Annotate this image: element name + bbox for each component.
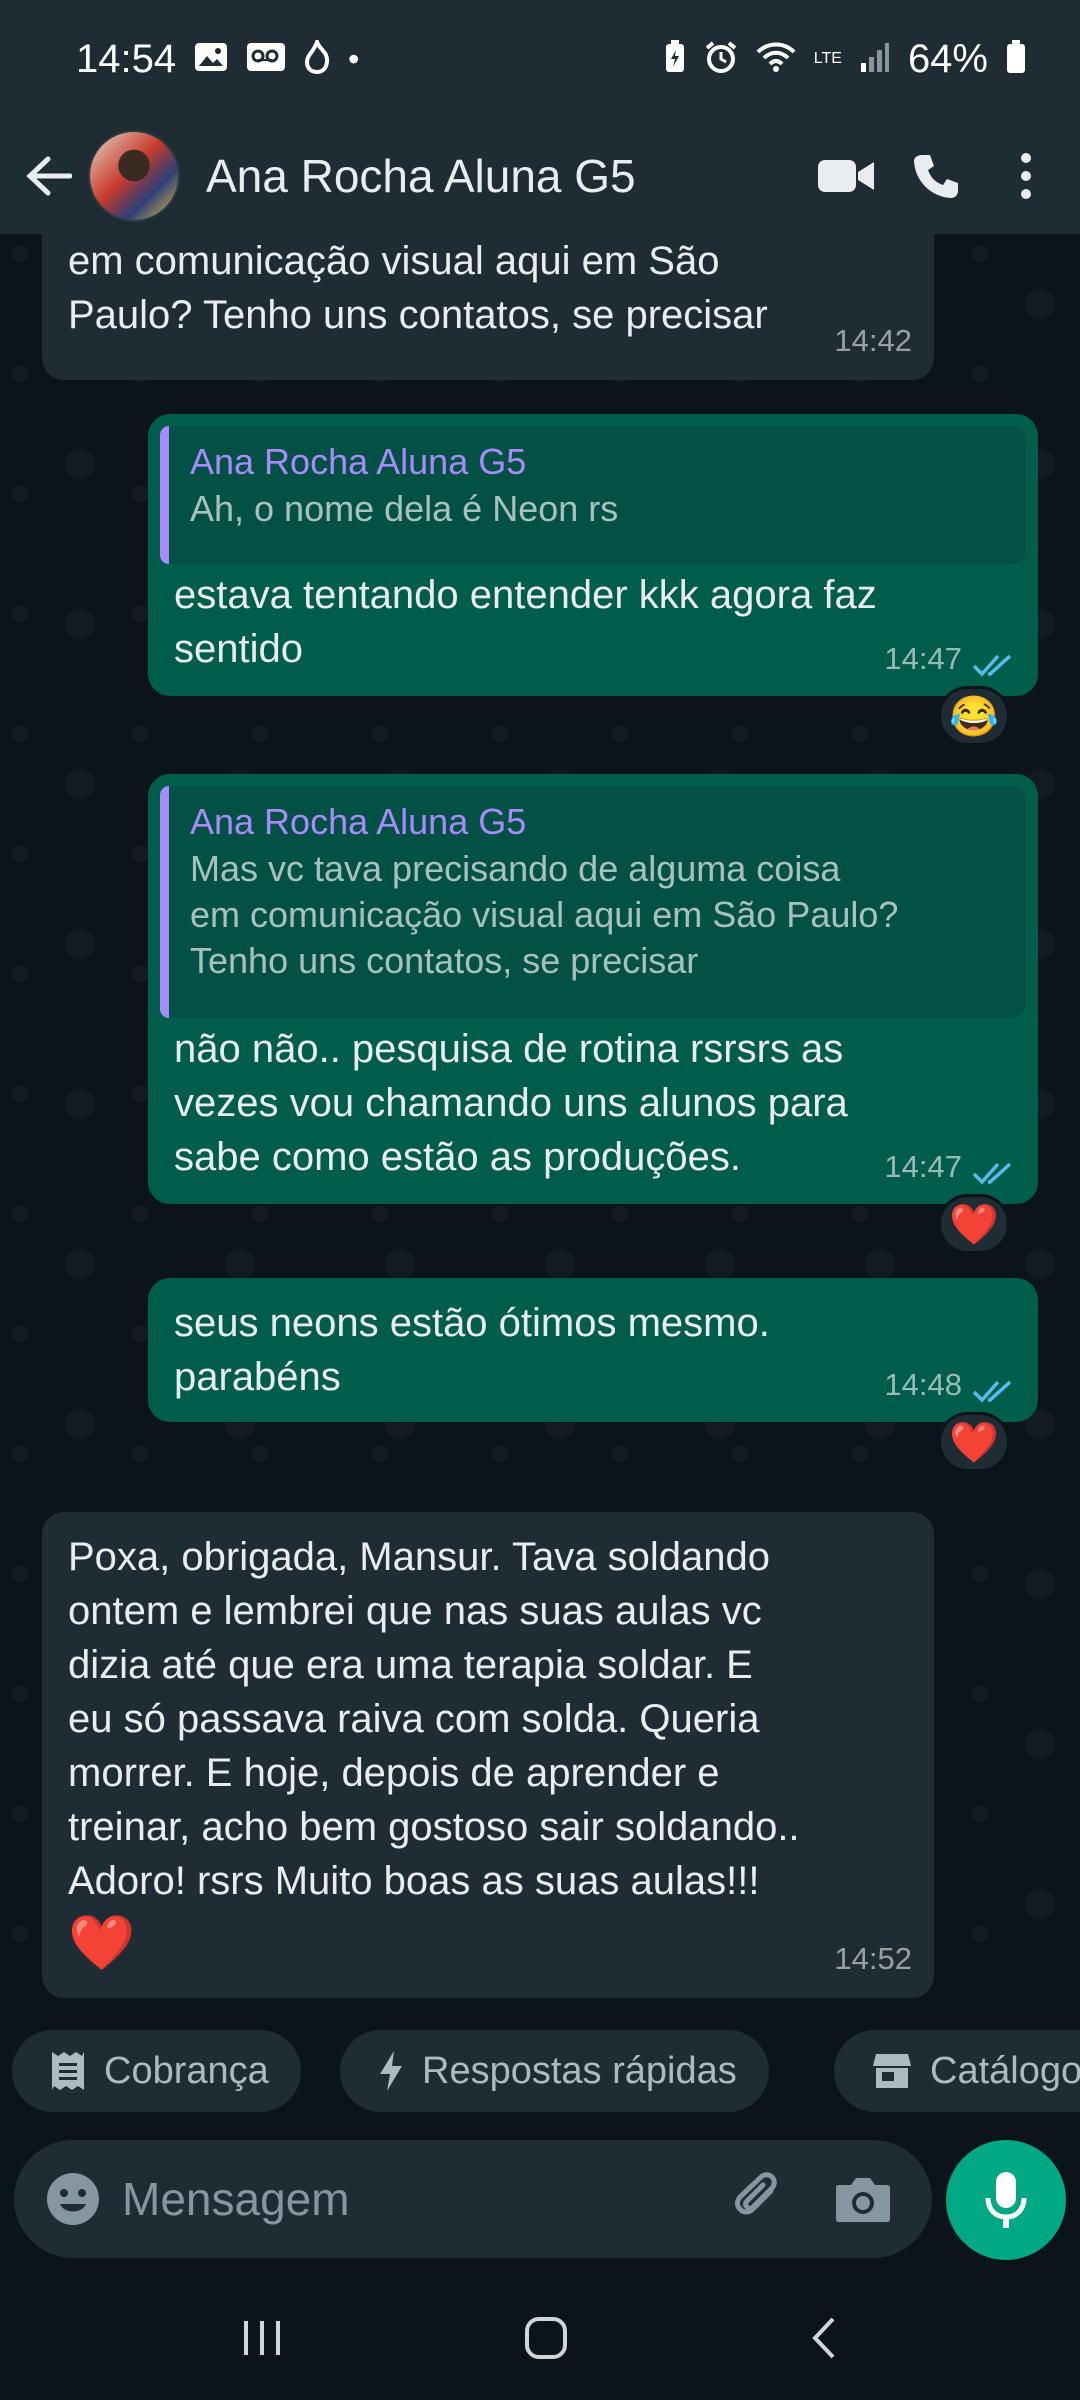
wifi-icon xyxy=(756,41,796,78)
flame-notification-icon xyxy=(304,35,330,79)
network-type-label: LTE xyxy=(813,50,842,67)
message-line: Adoro! rsrs Muito boas as suas aulas!!! xyxy=(68,1859,760,1903)
quoted-reply[interactable]: Ana Rocha Aluna G5 Ah, o nome dela é Neo… xyxy=(160,426,1026,564)
message-line: estava tentando entender kkk agora faz xyxy=(174,573,877,617)
receipt-icon xyxy=(52,2052,84,2090)
voice-call-button[interactable] xyxy=(900,140,972,212)
home-button[interactable] xyxy=(524,2316,568,2365)
chat-header: Ana Rocha Aluna G5 xyxy=(0,118,1080,234)
chip-label: Respostas rápidas xyxy=(422,2049,737,2092)
emoji-button[interactable] xyxy=(42,2168,104,2230)
quick-actions-bar: Cobrança Respostas rápidas Catálogo xyxy=(0,2030,1080,2114)
paperclip-icon xyxy=(735,2172,777,2215)
message-line: eu só passava raiva com solda. Queria xyxy=(68,1697,760,1741)
message-time: 14:47 xyxy=(884,1149,962,1184)
home-icon xyxy=(524,2316,567,2359)
message-line: morrer. E hoje, depois de aprender e xyxy=(68,1751,720,1795)
attach-button[interactable] xyxy=(724,2164,794,2234)
battery-saver-icon xyxy=(664,39,686,79)
chip-label: Cobrança xyxy=(104,2049,269,2092)
microphone-icon xyxy=(985,2172,1027,2228)
chat-messages-area[interactable]: em comunicação visual aqui em São Paulo?… xyxy=(0,234,1080,2034)
message-time: 14:52 xyxy=(834,1941,912,1976)
quote-text-line: em comunicação visual aqui em São Paulo? xyxy=(190,894,899,935)
message-time: 14:48 xyxy=(884,1367,962,1402)
battery-percent: 64% xyxy=(907,36,988,81)
quote-text-line: Mas vc tava precisando de alguma coisa xyxy=(190,848,841,889)
message-line: treinar, acho bem gostoso sair soldando.… xyxy=(68,1805,800,1849)
volte-icon: LTE xyxy=(814,51,842,67)
chip-respostas-rapidas[interactable]: Respostas rápidas xyxy=(340,2030,769,2112)
incoming-message[interactable]: Poxa, obrigada, Mansur. Tava soldando on… xyxy=(42,1512,934,1998)
gallery-notification-icon xyxy=(194,42,228,77)
recent-apps-icon xyxy=(243,2320,280,2355)
more-notifications-dot-icon: • xyxy=(348,41,360,77)
message-line: não não.. pesquisa de rotina rsrsrs as xyxy=(174,1027,844,1071)
message-input[interactable] xyxy=(122,2172,682,2226)
lightning-icon xyxy=(380,2051,402,2091)
contact-avatar[interactable] xyxy=(88,130,180,222)
phone-icon xyxy=(914,155,958,198)
quote-author: Ana Rocha Aluna G5 xyxy=(190,801,527,842)
message-reaction[interactable]: ❤️ xyxy=(938,1412,1010,1472)
message-line: Poxa, obrigada, Mansur. Tava soldando xyxy=(68,1535,770,1579)
heart-emoji: ❤️ xyxy=(68,1913,136,1973)
read-receipt-icon xyxy=(972,654,1012,677)
outgoing-message[interactable]: Ana Rocha Aluna G5 Mas vc tava precisand… xyxy=(148,774,1038,1204)
system-navigation-bar xyxy=(0,2280,1080,2400)
message-line: seus neons estão ótimos mesmo. xyxy=(174,1301,770,1345)
contact-name[interactable]: Ana Rocha Aluna G5 xyxy=(206,149,810,203)
video-call-button[interactable] xyxy=(810,140,882,212)
message-composer xyxy=(14,2140,932,2258)
message-time: 14:42 xyxy=(834,323,912,358)
back-button[interactable] xyxy=(14,141,84,211)
battery-icon xyxy=(1006,39,1026,79)
signal-icon xyxy=(860,41,890,78)
menu-button[interactable] xyxy=(990,140,1062,212)
camera-icon xyxy=(836,2178,890,2222)
incoming-message[interactable]: em comunicação visual aqui em São Paulo?… xyxy=(42,234,934,380)
quoted-reply[interactable]: Ana Rocha Aluna G5 Mas vc tava precisand… xyxy=(160,786,1026,1018)
message-line: em comunicação visual aqui em São xyxy=(68,239,720,283)
outgoing-message[interactable]: Ana Rocha Aluna G5 Ah, o nome dela é Neo… xyxy=(148,414,1038,696)
message-line: dizia até que era uma terapia soldar. E xyxy=(68,1643,753,1687)
outgoing-message[interactable]: seus neons estão ótimos mesmo. parabéns … xyxy=(148,1278,1038,1422)
quote-author: Ana Rocha Aluna G5 xyxy=(190,441,527,482)
quote-text-line: Tenho uns contatos, se precisar xyxy=(190,940,699,981)
emoji-icon xyxy=(47,2173,99,2225)
voice-record-button[interactable] xyxy=(946,2140,1066,2260)
voicemail-notification-icon xyxy=(246,42,286,77)
chevron-left-icon xyxy=(812,2317,835,2358)
read-receipt-icon xyxy=(972,1162,1012,1185)
message-time: 14:47 xyxy=(884,641,962,676)
camera-button[interactable] xyxy=(826,2164,900,2234)
message-line: vezes vou chamando uns alunos para xyxy=(174,1081,848,1125)
quote-text: Ah, o nome dela é Neon rs xyxy=(190,488,619,529)
message-reaction[interactable]: ❤️ xyxy=(938,1194,1010,1254)
more-vertical-icon xyxy=(1021,153,1031,199)
back-nav-button[interactable] xyxy=(809,2316,839,2365)
chip-cobranca[interactable]: Cobrança xyxy=(12,2030,301,2112)
arrow-left-icon xyxy=(26,156,72,196)
status-time: 14:54 xyxy=(76,36,177,81)
alarm-icon xyxy=(704,40,738,79)
status-bar: 14:54 • LTE 64% xyxy=(0,0,1080,118)
storefront-icon xyxy=(873,2054,911,2088)
chip-catalogo[interactable]: Catálogo xyxy=(834,2030,1080,2112)
recent-apps-button[interactable] xyxy=(241,2319,283,2362)
chip-label: Catálogo xyxy=(930,2049,1080,2092)
video-camera-icon xyxy=(818,160,874,192)
message-line: ontem e lembrei que nas suas aulas vc xyxy=(68,1589,762,1633)
read-receipt-icon xyxy=(972,1380,1012,1403)
message-reaction[interactable]: 😂 xyxy=(938,686,1010,746)
message-line: Paulo? Tenho uns contatos, se precisar xyxy=(68,293,768,337)
